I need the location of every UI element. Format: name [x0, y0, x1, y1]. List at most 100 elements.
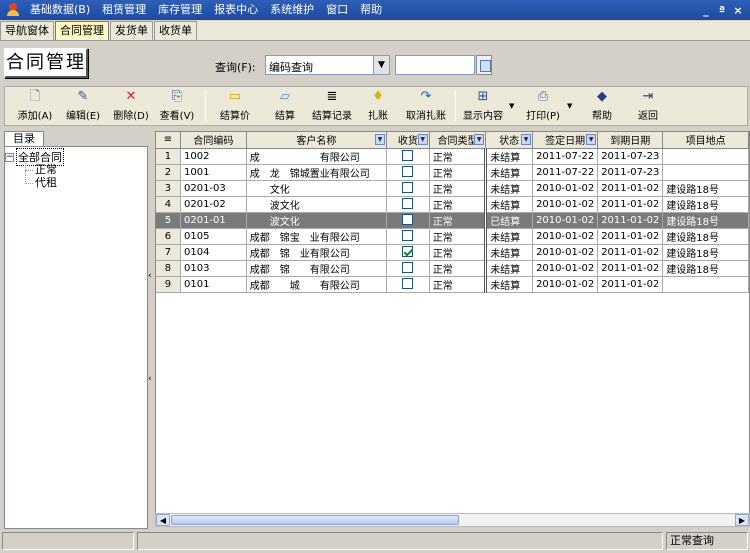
menu-inventory[interactable]: 库存管理 — [152, 0, 208, 20]
add-button[interactable]: 🗋 添加(A) — [17, 89, 53, 125]
column-header-place[interactable]: 项目地点 — [662, 132, 749, 149]
menu-reports[interactable]: 报表中心 — [208, 0, 264, 20]
show-content-dropdown-icon[interactable]: ▼ — [509, 102, 514, 110]
horizontal-scrollbar[interactable]: ◀ ▶ — [155, 513, 750, 527]
filter-icon[interactable]: ▼ — [586, 134, 597, 145]
settle-record-button[interactable]: ≣ 结算记录 — [309, 89, 355, 125]
list-icon: ≣ — [326, 89, 338, 104]
checkbox[interactable] — [402, 262, 414, 274]
row-number: 7 — [156, 244, 181, 261]
column-header-customer[interactable]: 客户名称 ▼ — [246, 132, 388, 149]
checkbox[interactable] — [402, 182, 414, 194]
table-row[interactable]: 5 0201-01 波文化 正常 已结算 2010-01-02 2011-01-02 建设路… — [156, 212, 749, 229]
table-row[interactable]: 3 0201-03 文化 正常 未结算 2010-01-02 2011-01-02 建设路1… — [156, 180, 749, 197]
cell-customer: 成 龙 锦城置业有限公司 — [246, 164, 388, 181]
query-type-value: 编码查询 — [269, 61, 313, 74]
chevron-left-icon[interactable]: ‹ — [148, 271, 152, 281]
cell-place: 建设路18号 — [662, 260, 749, 277]
restore-icon[interactable]: ª — [716, 4, 728, 17]
column-header-received[interactable]: 收货 ▼ — [386, 132, 430, 149]
table-row[interactable]: 7 0104 成都 锦 业有限公司 正常 未结算 2010-01-02 2011-01-02… — [156, 244, 749, 261]
scroll-right-icon[interactable]: ▶ — [735, 514, 749, 526]
table-row[interactable]: 6 0105 成都 锦宝 业有限公司 正常 未结算 2010-01-02 2011-01-0… — [156, 228, 749, 245]
table-row[interactable]: 9 0101 成都 城 有限公司 正常 未结算 2010-01-02 2011-01-02 — [156, 276, 749, 293]
collapse-icon[interactable]: − — [5, 152, 14, 162]
settle-button[interactable]: ▱ 结算 — [267, 89, 303, 125]
contract-grid: ≡ 合同编码 客户名称 ▼ 收货 ▼ 合同类型 ▼ 状态 ▼ 签定日期 ▼ 到期日期 项目… — [155, 131, 750, 515]
help-button[interactable]: ◆ 帮助 — [587, 89, 617, 125]
table-row[interactable]: 1 1002 成 有限公司 正常 未结算 2011-07-22 2011-07-23 — [156, 148, 749, 165]
cancel-close-account-button[interactable]: ↷ 取消扎账 — [403, 89, 449, 125]
cell-code: 0201-02 — [180, 196, 247, 213]
column-header-type[interactable]: 合同类型 ▼ — [429, 132, 487, 149]
checkbox[interactable] — [402, 214, 414, 226]
table-row[interactable]: 4 0201-02 波文化 正常 未结算 2010-01-02 2011-01-02 建设路… — [156, 196, 749, 213]
column-header-code[interactable]: 合同编码 — [180, 132, 247, 149]
new-document-icon: 🗋 — [29, 89, 41, 104]
tab-contract-management[interactable]: 合同管理 — [55, 21, 109, 40]
query-input[interactable] — [395, 55, 475, 75]
cell-type: 正常 — [429, 260, 488, 277]
checkbox[interactable] — [402, 198, 414, 210]
tab-receipt-note[interactable]: 收货单 — [154, 21, 197, 40]
contract-tree: − 全部合同 正常 代租 — [4, 146, 148, 529]
print-dropdown-icon[interactable]: ▼ — [567, 102, 572, 110]
menu-help[interactable]: 帮助 — [354, 0, 388, 20]
checkbox-checked[interactable] — [402, 246, 414, 258]
query-search-icon[interactable] — [476, 55, 492, 75]
filter-icon[interactable]: ▼ — [417, 134, 428, 145]
status-bar: 正常查询 — [0, 530, 750, 553]
cell-code: 0101 — [180, 276, 247, 293]
show-content-button[interactable]: ⊞ 显示内容 — [459, 89, 507, 125]
menu-system[interactable]: 系统维护 — [264, 0, 320, 20]
filter-icon[interactable]: ▼ — [521, 134, 532, 145]
row-number: 9 — [156, 276, 181, 293]
tab-delivery-note[interactable]: 发货单 — [110, 21, 153, 40]
cell-received — [386, 164, 430, 181]
grid-header: ≡ 合同编码 客户名称 ▼ 收货 ▼ 合同类型 ▼ 状态 ▼ 签定日期 ▼ 到期日期 项目… — [156, 132, 749, 149]
table-row[interactable]: 2 1001 成 龙 锦城置业有限公司 正常 未结算 2011-07-22 2011-07-… — [156, 164, 749, 181]
panel-splitter[interactable]: ‹ ‹ — [148, 131, 154, 529]
column-header-due-date[interactable]: 到期日期 — [597, 132, 664, 149]
query-type-select[interactable]: 编码查询 ▼ — [265, 55, 390, 75]
cell-due-date: 2011-07-23 — [597, 164, 664, 181]
cell-sign-date: 2010-01-02 — [532, 276, 599, 293]
table-row[interactable]: 8 0103 成都 锦 有限公司 正常 未结算 2010-01-02 2011-01-02 建… — [156, 260, 749, 277]
cell-place: 建设路18号 — [662, 196, 749, 213]
tree-directory-tab[interactable]: 目录 — [4, 131, 44, 147]
view-document-icon: ⎘ — [171, 89, 183, 104]
edit-button[interactable]: ✎ 编辑(E) — [65, 89, 101, 125]
settle-price-button[interactable]: ▭ 结算价 — [213, 89, 257, 125]
cell-type: 正常 — [429, 180, 488, 197]
cell-sign-date: 2010-01-02 — [532, 244, 599, 261]
menu-basic-data[interactable]: 基础数据(B) — [24, 0, 96, 20]
checkbox[interactable] — [402, 166, 414, 178]
cell-status: 未结算 — [485, 180, 534, 197]
delete-button[interactable]: ✕ 删除(D) — [113, 89, 149, 125]
checkbox[interactable] — [402, 278, 414, 290]
tree-node-sublease[interactable]: 代租 — [25, 174, 57, 190]
grid-icon: ⊞ — [477, 89, 489, 104]
checkbox[interactable] — [402, 150, 414, 162]
close-account-button[interactable]: ♦ 扎账 — [365, 89, 391, 125]
filter-icon[interactable]: ▼ — [375, 134, 386, 145]
view-button[interactable]: ⎘ 查看(V) — [159, 89, 195, 125]
column-header-status[interactable]: 状态 ▼ — [485, 132, 534, 149]
row-number: 2 — [156, 164, 181, 181]
filter-icon[interactable]: ▼ — [474, 134, 485, 145]
tab-navigation[interactable]: 导航窗体 — [0, 21, 54, 40]
menu-window[interactable]: 窗口 — [320, 0, 354, 20]
checkbox[interactable] — [402, 230, 414, 242]
close-icon[interactable]: × — [732, 4, 744, 17]
scroll-left-icon[interactable]: ◀ — [156, 514, 170, 526]
column-header-sign-date[interactable]: 签定日期 ▼ — [532, 132, 599, 149]
chevron-down-icon[interactable]: ▼ — [373, 56, 389, 74]
cell-customer: 成都 锦 有限公司 — [246, 260, 388, 277]
menu-lease-management[interactable]: 租赁管理 — [96, 0, 152, 20]
print-button[interactable]: ⎙ 打印(P) — [523, 89, 563, 125]
minimize-icon[interactable]: _ — [700, 4, 712, 17]
scrollbar-thumb[interactable] — [171, 515, 459, 525]
settle-document-icon: ▱ — [280, 89, 290, 104]
chevron-left-icon[interactable]: ‹ — [148, 374, 152, 384]
back-button[interactable]: ⇥ 返回 — [633, 89, 663, 125]
